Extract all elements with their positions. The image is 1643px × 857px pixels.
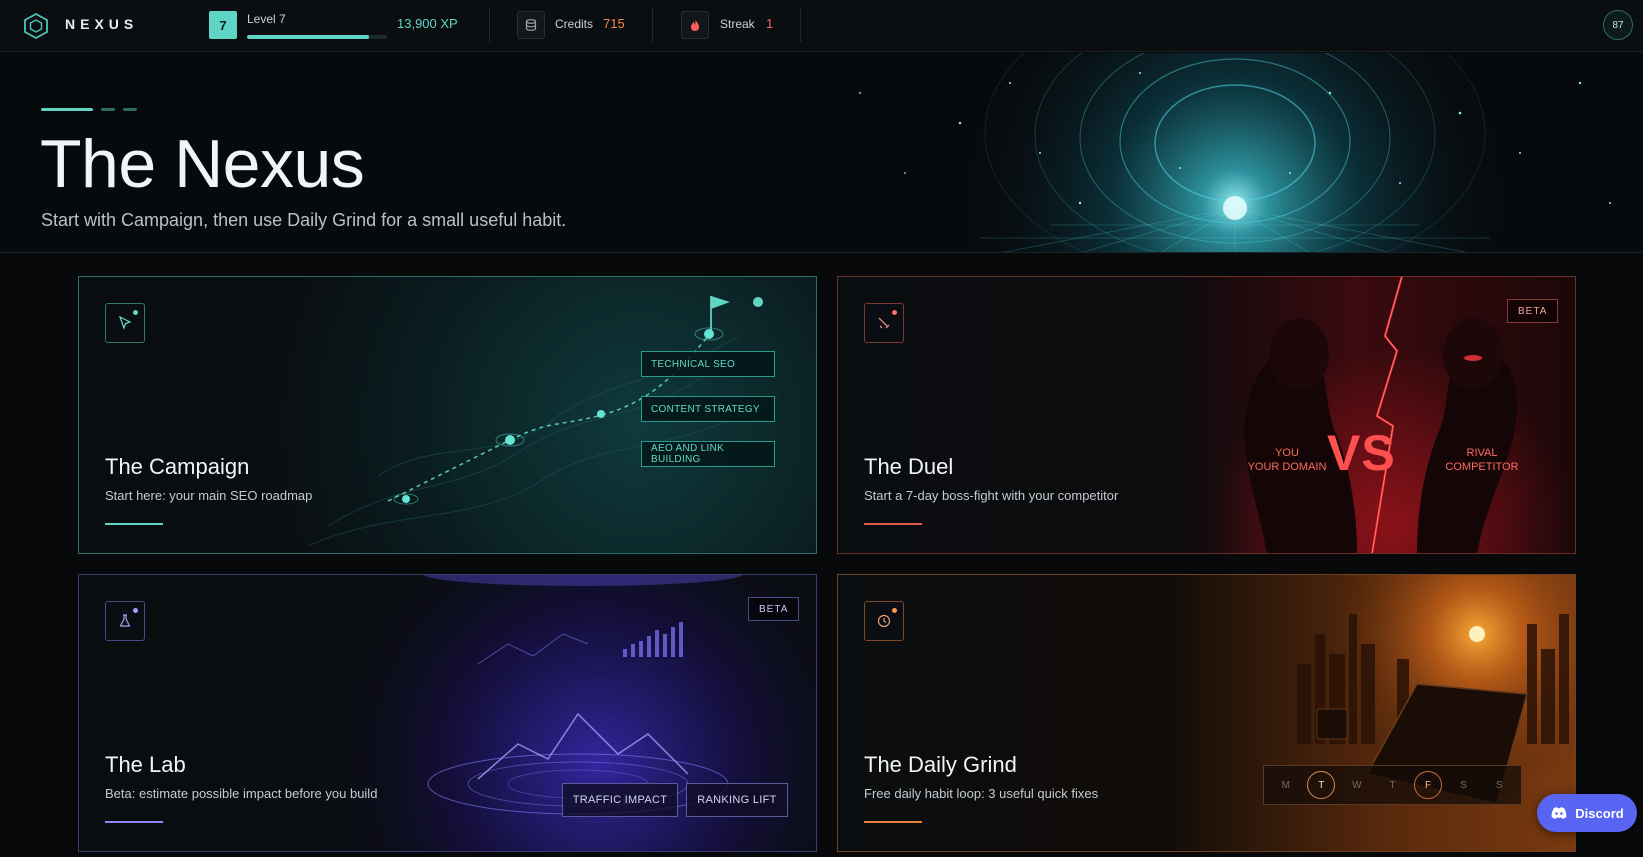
tag-ranking-lift: RANKING LIFT [686,783,788,817]
divider [652,8,653,42]
sunset-city-illustration [837,574,1576,852]
cursor-icon [105,303,145,343]
discord-button[interactable]: Discord [1537,794,1637,832]
campaign-card[interactable]: TECHNICAL SEO CONTENT STRATEGY AEO AND L… [78,276,817,554]
lab-card[interactable]: BETA TRAFFIC IMPACT RANKING LIFT The Lab… [78,574,817,852]
page-title: The Nexus [40,126,365,202]
streak-value: 1 [766,16,774,31]
streak-label: Streak [720,17,755,31]
card-title: The Daily Grind [864,752,1017,777]
day-friday[interactable]: F [1414,771,1443,799]
credits-value: 715 [603,16,625,31]
beta-badge: BETA [748,597,800,621]
day-thursday[interactable]: T [1378,771,1406,799]
card-description: Free daily habit loop: 3 useful quick fi… [864,786,1099,801]
daily-grind-card[interactable]: M T W T F S S The Daily Grind Free daily… [837,574,1576,852]
divider [800,8,801,42]
day-sunday[interactable]: S [1485,771,1513,799]
card-description: Start a 7-day boss-fight with your compe… [864,488,1119,503]
you-label: YOU YOUR DOMAIN [1247,447,1327,473]
credits-icon [517,11,545,39]
tag-traffic-impact: TRAFFIC IMPACT [562,783,678,817]
sword-icon [864,303,904,343]
duel-card[interactable]: BETA YOU YOUR DOMAIN VS RIVAL COMPETITOR T… [837,276,1576,554]
weekday-tracker: M T W T F S S [1263,765,1522,805]
page-subtitle: Start with Campaign, then use Daily Grin… [41,210,567,230]
card-title: The Campaign [105,454,250,479]
duel-illustration [837,276,1576,554]
hero-banner: The Nexus Start with Campaign, then use … [0,53,1643,253]
beta-badge: BETA [1507,299,1559,323]
card-accent-line [864,821,922,823]
top-bar: NEXUS 7 Level 7 13,900 XP Credits 715 St… [0,0,1643,52]
discord-label: Discord [1575,805,1624,821]
tag-technical-seo: TECHNICAL SEO [641,351,775,377]
clock-icon [864,601,904,641]
day-monday[interactable]: M [1272,771,1300,799]
xp-value: 13,900 XP [397,16,458,31]
card-title: The Duel [864,454,954,479]
rival-label: RIVAL COMPETITOR [1445,447,1519,473]
xp-progress-fill [247,35,369,39]
hexagon-logo-icon[interactable] [22,12,50,40]
card-accent-line [105,821,163,823]
card-accent-line [105,523,163,525]
card-title: The Lab [105,752,186,777]
vs-label: VS [1327,425,1396,481]
card-description: Beta: estimate possible impact before yo… [105,786,378,801]
divider [489,8,490,42]
day-saturday[interactable]: S [1450,771,1478,799]
avatar[interactable]: 87 [1603,10,1633,40]
credits-label: Credits [555,17,594,31]
hero-page-indicator [41,108,137,111]
brand-name[interactable]: NEXUS [65,16,138,32]
tag-aeo-link-building: AEO AND LINK BUILDING [641,441,775,467]
level-label: Level 7 [247,12,286,26]
level-badge: 7 [209,11,237,39]
flask-icon [105,601,145,641]
discord-icon [1551,807,1567,819]
card-description: Start here: your main SEO roadmap [105,488,313,503]
flame-icon [681,11,709,39]
card-accent-line [864,523,922,525]
day-tuesday[interactable]: T [1307,771,1336,799]
day-wednesday[interactable]: W [1343,771,1371,799]
xp-progress-bar [247,35,387,39]
tag-content-strategy: CONTENT STRATEGY [641,396,775,422]
